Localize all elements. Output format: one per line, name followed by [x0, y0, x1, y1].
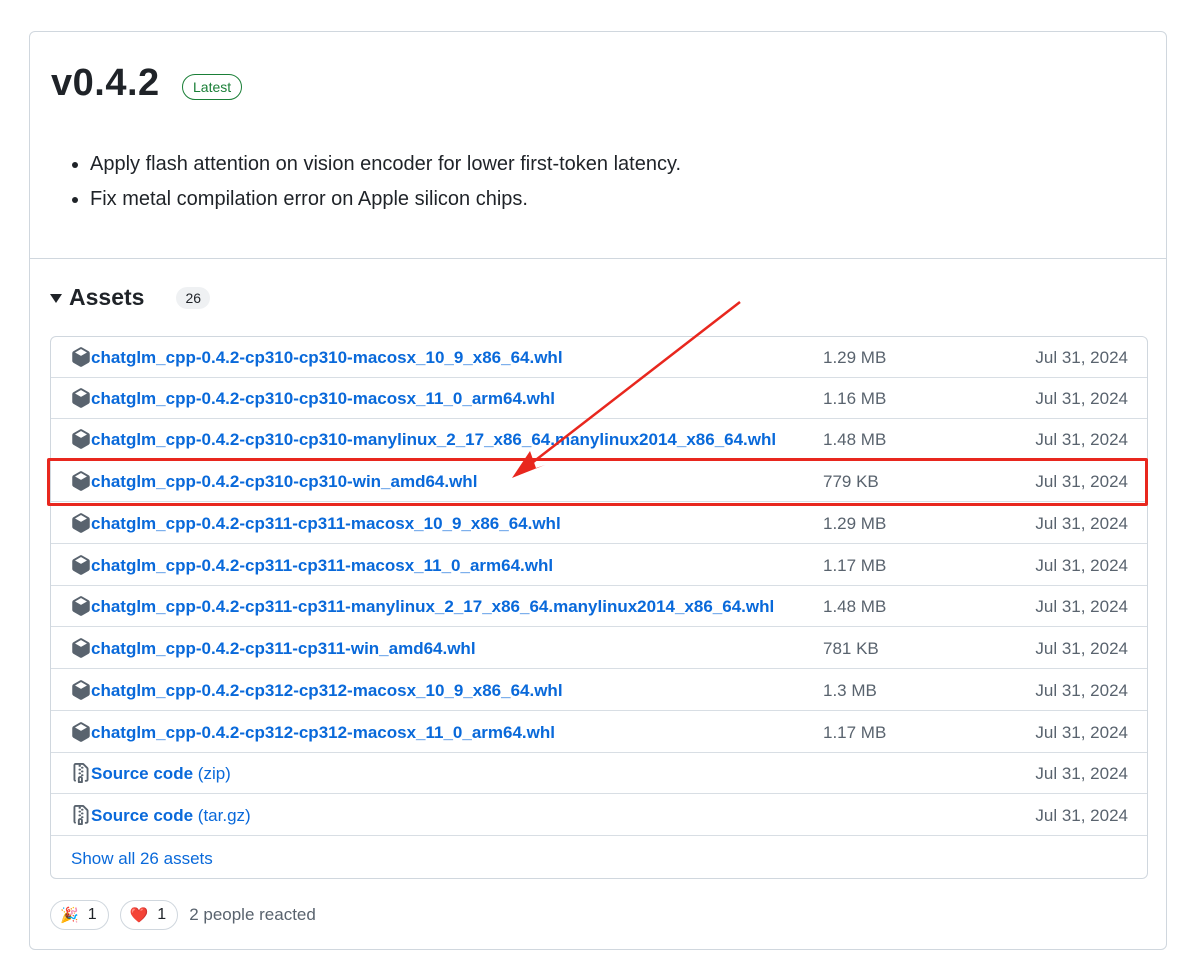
heart-icon: ❤️: [129, 907, 149, 924]
highlight-box-annotation: [47, 458, 1148, 506]
asset-link[interactable]: chatglm_cpp-0.4.2-cp311-cp311-macosx_11_…: [91, 555, 553, 576]
asset-date: Jul 31, 2024: [1035, 764, 1128, 783]
package-icon: [72, 513, 90, 533]
reactions-bar: 🎉 1 ❤️ 1 2 people reacted: [50, 900, 316, 930]
asset-row-source-targz: Source code (tar.gz) Jul 31, 2024: [51, 795, 1147, 836]
assets-toggle[interactable]: Assets 26: [50, 284, 211, 311]
asset-date: Jul 31, 2024: [1035, 514, 1128, 533]
assets-title: Assets: [69, 284, 145, 310]
latest-badge: Latest: [182, 74, 243, 100]
asset-row: chatglm_cpp-0.4.2-cp312-cp312-macosx_11_…: [51, 712, 1147, 753]
show-all-assets-link[interactable]: Show all 26 assets: [71, 849, 213, 869]
asset-link[interactable]: chatglm_cpp-0.4.2-cp311-cp311-win_amd64.…: [91, 638, 476, 659]
asset-size: 1.48 MB: [823, 430, 887, 449]
asset-link[interactable]: chatglm_cpp-0.4.2-cp311-cp311-manylinux_…: [91, 596, 774, 617]
asset-link[interactable]: chatglm_cpp-0.4.2-cp310-cp310-manylinux_…: [91, 429, 776, 450]
asset-link[interactable]: chatglm_cpp-0.4.2-cp312-cp312-macosx_11_…: [91, 722, 555, 743]
asset-row: chatglm_cpp-0.4.2-cp311-cp311-macosx_10_…: [51, 503, 1147, 544]
asset-date: Jul 31, 2024: [1035, 389, 1128, 408]
asset-link[interactable]: chatglm_cpp-0.4.2-cp310-cp310-macosx_10_…: [91, 347, 563, 368]
asset-size: 1.29 MB: [823, 514, 887, 533]
package-icon: [72, 388, 90, 408]
asset-date: Jul 31, 2024: [1035, 723, 1128, 742]
release-title[interactable]: v0.4.2: [51, 62, 160, 105]
asset-size: 781 KB: [823, 639, 879, 658]
source-code-zip-link[interactable]: Source code (zip): [91, 763, 231, 784]
asset-link[interactable]: chatglm_cpp-0.4.2-cp312-cp312-macosx_10_…: [91, 680, 563, 701]
asset-row: chatglm_cpp-0.4.2-cp311-cp311-win_amd64.…: [51, 628, 1147, 669]
asset-size: 1.17 MB: [823, 723, 887, 742]
asset-link[interactable]: chatglm_cpp-0.4.2-cp311-cp311-macosx_10_…: [91, 513, 561, 534]
release-note-item: Apply flash attention on vision encoder …: [90, 152, 681, 177]
package-icon: [72, 722, 90, 742]
reactions-summary: 2 people reacted: [189, 905, 316, 924]
asset-row-source-zip: Source code (zip) Jul 31, 2024: [51, 753, 1147, 794]
reaction-count: 1: [157, 906, 167, 923]
asset-size: 1.3 MB: [823, 681, 877, 700]
package-icon: [72, 347, 90, 367]
reaction-count: 1: [87, 906, 97, 923]
source-code-targz-link[interactable]: Source code (tar.gz): [91, 805, 251, 826]
file-zip-icon: [73, 763, 89, 783]
package-icon: [72, 680, 90, 700]
asset-size: 1.29 MB: [823, 348, 887, 367]
asset-row: chatglm_cpp-0.4.2-cp311-cp311-manylinux_…: [51, 586, 1147, 627]
asset-row: chatglm_cpp-0.4.2-cp312-cp312-macosx_10_…: [51, 670, 1147, 711]
section-divider: [30, 258, 1166, 259]
asset-link[interactable]: chatglm_cpp-0.4.2-cp310-cp310-macosx_11_…: [91, 388, 555, 409]
package-icon: [72, 638, 90, 658]
asset-size: 1.16 MB: [823, 389, 887, 408]
file-zip-icon: [73, 805, 89, 825]
asset-row: chatglm_cpp-0.4.2-cp310-cp310-macosx_11_…: [51, 378, 1147, 419]
asset-date: Jul 31, 2024: [1035, 430, 1128, 449]
package-icon: [72, 555, 90, 575]
assets-count-badge: 26: [176, 286, 211, 309]
reaction-heart-button[interactable]: ❤️ 1: [119, 900, 179, 930]
asset-date: Jul 31, 2024: [1035, 597, 1128, 616]
asset-row: chatglm_cpp-0.4.2-cp310-cp310-manylinux_…: [51, 419, 1147, 460]
asset-date: Jul 31, 2024: [1035, 806, 1128, 825]
package-icon: [72, 429, 90, 449]
asset-date: Jul 31, 2024: [1035, 639, 1128, 658]
package-icon: [72, 596, 90, 616]
party-popper-icon: 🎉: [60, 907, 79, 924]
release-notes: Apply flash attention on vision encoder …: [70, 152, 681, 222]
reaction-hooray-button[interactable]: 🎉 1: [50, 900, 109, 930]
release-note-item: Fix metal compilation error on Apple sil…: [90, 187, 681, 212]
caret-down-icon: [50, 294, 62, 303]
asset-date: Jul 31, 2024: [1035, 556, 1128, 575]
assets-list: chatglm_cpp-0.4.2-cp310-cp310-macosx_10_…: [50, 336, 1148, 879]
asset-date: Jul 31, 2024: [1035, 348, 1128, 367]
asset-size: 1.17 MB: [823, 556, 887, 575]
asset-row: chatglm_cpp-0.4.2-cp310-cp310-macosx_10_…: [51, 337, 1147, 378]
asset-size: 1.48 MB: [823, 597, 887, 616]
asset-date: Jul 31, 2024: [1035, 681, 1128, 700]
asset-row: chatglm_cpp-0.4.2-cp311-cp311-macosx_11_…: [51, 545, 1147, 586]
